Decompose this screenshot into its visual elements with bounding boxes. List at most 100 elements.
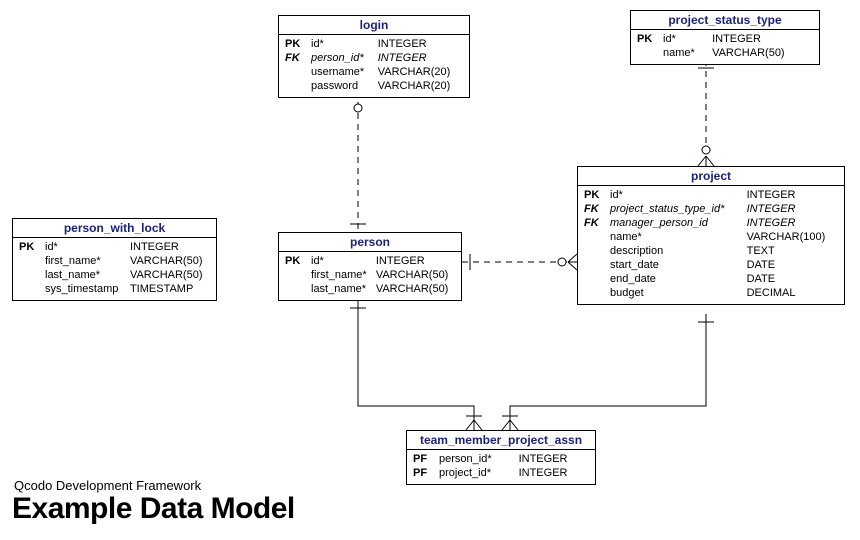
entity-title: project (578, 167, 844, 186)
column-key (283, 268, 309, 282)
entity-login: login PKid*INTEGERFKperson_id*INTEGERuse… (278, 15, 470, 98)
column-row: name*VARCHAR(100) (582, 230, 840, 244)
column-row: start_dateDATE (582, 258, 840, 272)
column-type: INTEGER (376, 37, 465, 51)
column-type: DATE (745, 258, 840, 272)
column-type: INTEGER (517, 452, 591, 466)
column-key (283, 65, 309, 79)
column-row: PKid*INTEGER (17, 240, 212, 254)
entity-body: PKid*INTEGERname*VARCHAR(50) (631, 30, 819, 64)
column-row: FKperson_id*INTEGER (283, 51, 465, 65)
column-row: passwordVARCHAR(20) (283, 79, 465, 93)
column-key: PF (411, 452, 437, 466)
column-name: password (309, 79, 376, 93)
entity-title: person_with_lock (13, 219, 216, 238)
column-type: TIMESTAMP (128, 282, 212, 296)
column-type: INTEGER (517, 466, 591, 480)
entity-body: PFperson_id*INTEGERPFproject_id*INTEGER (407, 450, 595, 484)
entity-body: PKid*INTEGERFKperson_id*INTEGERusername*… (279, 35, 469, 97)
column-name: id* (661, 32, 710, 46)
column-type: VARCHAR(50) (128, 254, 212, 268)
column-key (582, 258, 608, 272)
column-name: first_name* (43, 254, 128, 268)
column-type: INTEGER (745, 216, 840, 230)
column-type: VARCHAR(50) (374, 268, 457, 282)
column-name: budget (608, 286, 745, 300)
column-key (283, 282, 309, 296)
column-name: id* (309, 37, 376, 51)
column-name: start_date (608, 258, 745, 272)
column-type: VARCHAR(50) (128, 268, 212, 282)
column-key (17, 282, 43, 296)
column-key: FK (283, 51, 309, 65)
column-type: DECIMAL (745, 286, 840, 300)
column-row: budgetDECIMAL (582, 286, 840, 300)
column-row: PKid*INTEGER (635, 32, 815, 46)
entity-project-status-type: project_status_type PKid*INTEGERname*VAR… (630, 10, 820, 65)
column-key: PF (411, 466, 437, 480)
entity-body: PKid*INTEGERfirst_name*VARCHAR(50)last_n… (279, 252, 461, 300)
entity-body: PKid*INTEGERfirst_name*VARCHAR(50)last_n… (13, 238, 216, 300)
column-name: id* (309, 254, 374, 268)
column-type: INTEGER (745, 202, 840, 216)
column-type: INTEGER (745, 188, 840, 202)
footer-title: Example Data Model (12, 492, 295, 526)
column-name: project_id* (437, 466, 517, 480)
entity-title: project_status_type (631, 11, 819, 30)
column-row: last_name*VARCHAR(50) (283, 282, 457, 296)
entity-title: person (279, 233, 461, 252)
column-name: manager_person_id (608, 216, 745, 230)
entity-title: team_member_project_assn (407, 431, 595, 450)
column-type: VARCHAR(100) (745, 230, 840, 244)
column-type: INTEGER (128, 240, 212, 254)
column-key: PK (283, 254, 309, 268)
column-type: VARCHAR(50) (374, 282, 457, 296)
column-row: FKmanager_person_idINTEGER (582, 216, 840, 230)
column-key (582, 244, 608, 258)
column-name: last_name* (43, 268, 128, 282)
entity-person: person PKid*INTEGERfirst_name*VARCHAR(50… (278, 232, 462, 301)
entity-body: PKid*INTEGERFKproject_status_type_id*INT… (578, 186, 844, 304)
column-row: username*VARCHAR(20) (283, 65, 465, 79)
column-key: FK (582, 202, 608, 216)
column-name: person_id* (309, 51, 376, 65)
column-row: end_dateDATE (582, 272, 840, 286)
column-row: PKid*INTEGER (582, 188, 840, 202)
column-key: PK (582, 188, 608, 202)
column-key (582, 230, 608, 244)
column-row: first_name*VARCHAR(50) (283, 268, 457, 282)
column-row: name*VARCHAR(50) (635, 46, 815, 60)
column-name: first_name* (309, 268, 374, 282)
column-name: id* (608, 188, 745, 202)
column-row: descriptionTEXT (582, 244, 840, 258)
entity-title: login (279, 16, 469, 35)
column-key (582, 272, 608, 286)
column-type: VARCHAR(20) (376, 79, 465, 93)
entity-team-member-project-assn: team_member_project_assn PFperson_id*INT… (406, 430, 596, 485)
column-key: FK (582, 216, 608, 230)
column-row: PFproject_id*INTEGER (411, 466, 591, 480)
column-row: PKid*INTEGER (283, 37, 465, 51)
column-name: last_name* (309, 282, 374, 296)
column-row: last_name*VARCHAR(50) (17, 268, 212, 282)
column-key: PK (635, 32, 661, 46)
column-name: sys_timestamp (43, 282, 128, 296)
column-row: first_name*VARCHAR(50) (17, 254, 212, 268)
column-type: INTEGER (374, 254, 457, 268)
column-row: PKid*INTEGER (283, 254, 457, 268)
column-type: VARCHAR(20) (376, 65, 465, 79)
column-type: VARCHAR(50) (710, 46, 815, 60)
column-name: name* (661, 46, 710, 60)
column-name: username* (309, 65, 376, 79)
column-type: TEXT (745, 244, 840, 258)
column-name: person_id* (437, 452, 517, 466)
column-key: PK (283, 37, 309, 51)
column-row: PFperson_id*INTEGER (411, 452, 591, 466)
column-row: FKproject_status_type_id*INTEGER (582, 202, 840, 216)
column-name: name* (608, 230, 745, 244)
column-name: id* (43, 240, 128, 254)
column-type: INTEGER (376, 51, 465, 65)
column-key (635, 46, 661, 60)
entity-person-with-lock: person_with_lock PKid*INTEGERfirst_name*… (12, 218, 217, 301)
column-row: sys_timestampTIMESTAMP (17, 282, 212, 296)
